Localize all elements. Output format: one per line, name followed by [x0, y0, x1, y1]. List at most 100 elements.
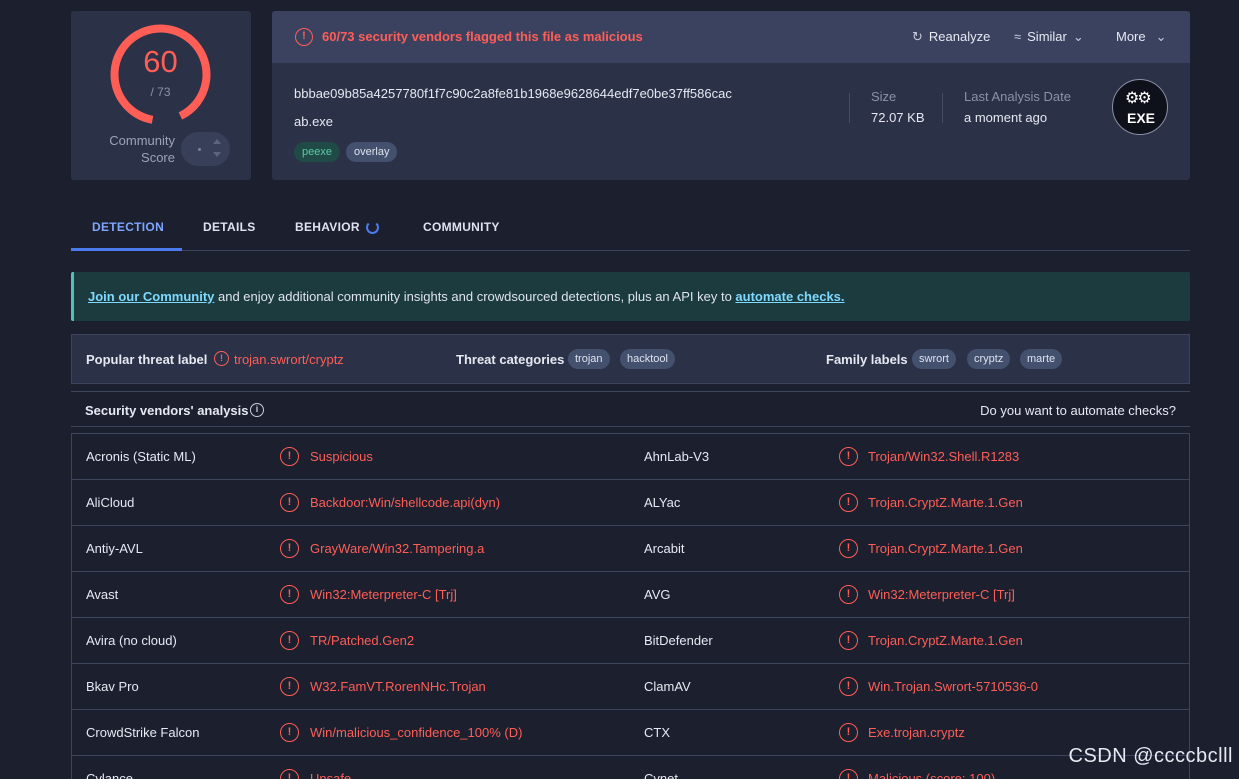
similar-button[interactable]: ≈ Similar ⌄: [1014, 29, 1084, 45]
vendors-header: Security vendors' analysis i Do you want…: [71, 391, 1190, 427]
detection-result[interactable]: Exe.trojan.cryptz: [868, 725, 965, 740]
detection-result[interactable]: Win/malicious_confidence_100% (D): [310, 725, 522, 740]
detection-result[interactable]: Win.Trojan.Swrort-5710536-0: [868, 679, 1038, 694]
table-row: Acronis (Static ML)! Suspicious AhnLab-V3!…: [72, 434, 1189, 480]
vendor-name: Antiy-AVL: [86, 541, 143, 556]
join-community-link[interactable]: Join our Community: [88, 289, 214, 304]
vendor-name: Avira (no cloud): [86, 633, 177, 648]
alert-icon: !: [214, 351, 229, 366]
file-info-card: ! 60/73 security vendors flagged this fi…: [272, 11, 1190, 180]
refresh-icon: ↻: [912, 29, 923, 44]
alert-icon: !: [280, 677, 299, 696]
vote-dot-icon: [198, 148, 201, 151]
popular-threat-label: Popular threat label: [86, 352, 208, 367]
community-vote-control[interactable]: [181, 132, 230, 166]
detection-result[interactable]: Win32:Meterpreter-C [Trj]: [310, 587, 457, 602]
table-row: Cylance! Unsafe Cynet! Malicious (score: 10…: [72, 756, 1189, 779]
threat-categories-label: Threat categories: [456, 352, 565, 367]
vote-down-icon[interactable]: [213, 152, 221, 157]
banner-text: Join our Community and enjoy additional …: [88, 289, 845, 304]
similar-label: Similar: [1027, 29, 1067, 44]
family-pill[interactable]: cryptz: [967, 349, 1011, 369]
flag-summary: 60/73 security vendors flagged this file…: [322, 29, 643, 44]
alert-icon: !: [280, 447, 299, 466]
detection-result[interactable]: Trojan.CryptZ.Marte.1.Gen: [868, 495, 1023, 510]
vendor-name: Arcabit: [644, 541, 685, 556]
detection-result[interactable]: TR/Patched.Gen2: [310, 633, 414, 648]
tag-overlay[interactable]: overlay: [346, 142, 398, 162]
family-pill[interactable]: swrort: [912, 349, 956, 369]
alert-icon: !: [839, 677, 858, 696]
alert-icon: !: [280, 539, 299, 558]
similar-icon: ≈: [1014, 29, 1022, 44]
vote-up-icon[interactable]: [213, 139, 221, 144]
table-row: Avast! Win32:Meterpreter-C [Trj] AVG! Win32…: [72, 572, 1189, 618]
tag-peexe[interactable]: peexe: [294, 142, 340, 162]
gears-icon: ⚙⚙: [1125, 90, 1152, 107]
category-pill[interactable]: trojan: [568, 349, 610, 369]
table-row: CrowdStrike Falcon! Win/malicious_confide…: [72, 710, 1189, 756]
size-value: 72.07 KB: [871, 110, 925, 125]
detection-result[interactable]: Suspicious: [310, 449, 373, 464]
vendor-name: CTX: [644, 725, 670, 740]
more-label: More: [1116, 29, 1146, 44]
alert-icon: !: [839, 631, 858, 650]
family-labels-label: Family labels: [826, 352, 908, 367]
tab-details[interactable]: DETAILS: [203, 220, 256, 234]
detection-result[interactable]: W32.FamVT.RorenNHc.Trojan: [310, 679, 486, 694]
alert-icon: !: [839, 769, 858, 779]
detection-result[interactable]: Backdoor:Win/shellcode.api(dyn): [310, 495, 500, 510]
detection-result[interactable]: Trojan.CryptZ.Marte.1.Gen: [868, 633, 1023, 648]
file-type-badge: ⚙⚙ EXE: [1112, 79, 1168, 135]
file-name: ab.exe: [294, 114, 334, 129]
size-label: Size: [871, 89, 897, 104]
banner-middle-text: and enjoy additional community insights …: [214, 289, 736, 304]
alert-icon: !: [280, 493, 299, 512]
detection-result[interactable]: Win32:Meterpreter-C [Trj]: [868, 587, 1015, 602]
family-pill[interactable]: marte: [1020, 349, 1063, 369]
automate-checks-link[interactable]: automate checks.: [735, 289, 844, 304]
alert-icon: !: [839, 723, 858, 742]
vendor-name: AhnLab-V3: [644, 449, 710, 464]
score-total: / 73: [150, 85, 171, 99]
detection-result[interactable]: Trojan.CryptZ.Marte.1.Gen: [868, 541, 1023, 556]
table-row: Antiy-AVL! GrayWare/Win32.Tampering.a Arca…: [72, 526, 1189, 572]
tab-community[interactable]: COMMUNITY: [423, 220, 500, 234]
file-type-label: EXE: [1126, 110, 1155, 126]
vendor-name: Avast: [86, 587, 119, 602]
vendor-name: ClamAV: [644, 679, 691, 694]
chevron-down-icon: ⌄: [1155, 29, 1167, 44]
divider: [849, 93, 850, 123]
file-hash[interactable]: bbbae09b85a4257780f1f7c90c2a8fe81b1968e9…: [294, 86, 732, 101]
detection-result[interactable]: Unsafe: [310, 771, 351, 779]
popular-threat-value[interactable]: trojan.swrort/cryptz: [234, 352, 344, 367]
active-tab-indicator: [71, 248, 182, 251]
table-row: Bkav Pro! W32.FamVT.RorenNHc.Trojan ClamAV…: [72, 664, 1189, 710]
table-row: AliCloud! Backdoor:Win/shellcode.api(dyn)…: [72, 480, 1189, 526]
detection-result[interactable]: Malicious (score: 100): [868, 771, 995, 779]
vendor-name: Acronis (Static ML): [86, 449, 196, 464]
category-pill[interactable]: hacktool: [620, 349, 675, 369]
loading-spinner-icon: [366, 221, 379, 234]
tab-detection[interactable]: DETECTION: [92, 220, 164, 234]
divider: [942, 93, 943, 123]
community-label-line2: Score: [141, 150, 175, 165]
score-positives: 60: [143, 44, 178, 79]
detection-result[interactable]: Trojan/Win32.Shell.R1283: [868, 449, 1019, 464]
file-card-header: ! 60/73 security vendors flagged this fi…: [272, 11, 1190, 63]
reanalyze-label: Reanalyze: [928, 29, 991, 44]
detection-result[interactable]: GrayWare/Win32.Tampering.a: [310, 541, 484, 556]
info-icon[interactable]: i: [250, 403, 264, 417]
detection-score-card: 60 / 73 Community Score: [71, 11, 251, 180]
reanalyze-button[interactable]: ↻ Reanalyze: [912, 29, 990, 45]
date-value: a moment ago: [964, 110, 1048, 125]
more-button[interactable]: More ⌄: [1116, 29, 1167, 45]
alert-icon: !: [839, 585, 858, 604]
vendor-name: Cynet: [644, 771, 678, 779]
table-row: Avira (no cloud)! TR/Patched.Gen2 BitDefen…: [72, 618, 1189, 664]
watermark: CSDN @ccccbclll: [1068, 745, 1233, 767]
tab-behavior[interactable]: BEHAVIOR: [295, 220, 360, 234]
vendor-name: CrowdStrike Falcon: [86, 725, 200, 740]
automate-checks-prompt[interactable]: Do you want to automate checks?: [980, 403, 1176, 418]
alert-icon: !: [280, 585, 299, 604]
